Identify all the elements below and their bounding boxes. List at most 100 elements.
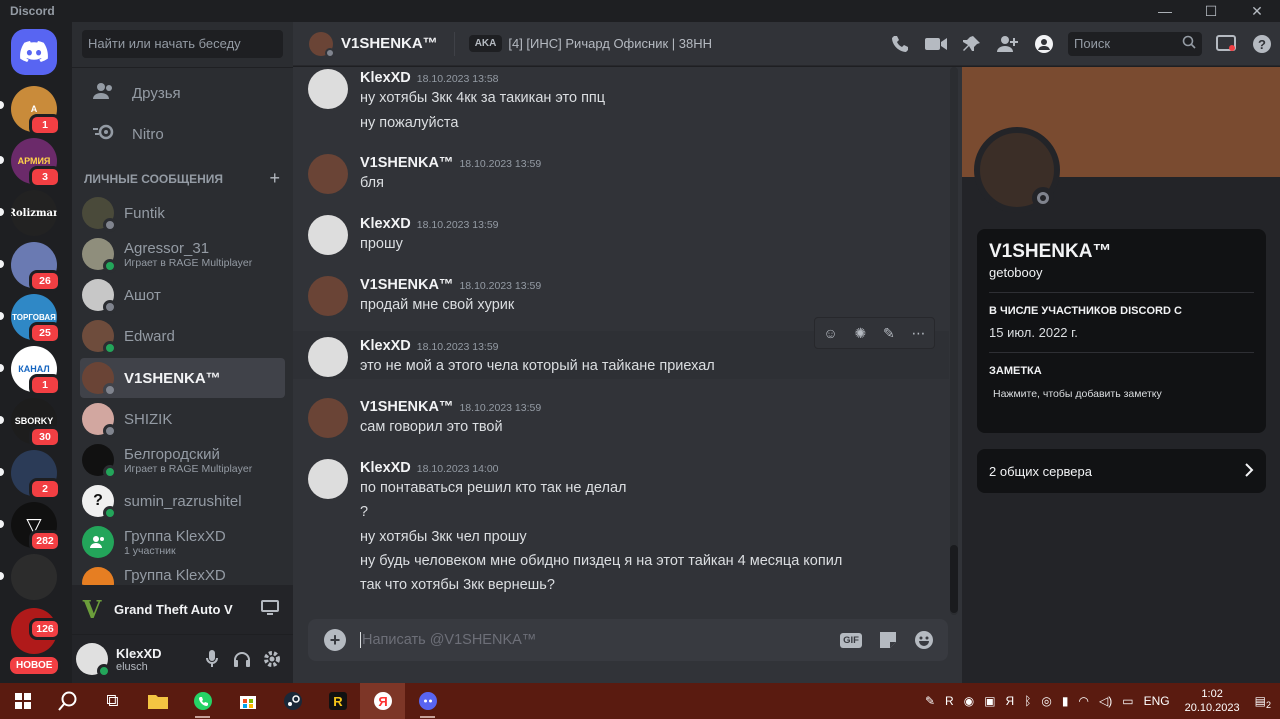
inbox-icon[interactable]: [1208, 29, 1244, 59]
message-group[interactable]: V1SHENKA™ 18.10.2023 13:59 сам говорил эт…: [293, 396, 949, 446]
pin-icon[interactable]: [954, 29, 990, 59]
server-icon[interactable]: Rolizman: [11, 190, 57, 236]
server-icon[interactable]: 2: [11, 450, 61, 500]
server-icon[interactable]: АРМИЯ 3: [11, 138, 61, 188]
message-group[interactable]: KlexXD 18.10.2023 13:59 прошу: [293, 213, 949, 263]
notifications-icon[interactable]: ▤ 2: [1250, 694, 1280, 710]
yandex-tray-icon[interactable]: Я: [1001, 694, 1020, 708]
scrollbar-thumb[interactable]: [950, 545, 958, 613]
avatar[interactable]: [308, 215, 348, 255]
note-input[interactable]: Нажмите, чтобы добавить заметку: [993, 388, 1254, 400]
dm-item-v1shenka[interactable]: V1SHENKA™: [80, 358, 285, 398]
wifi-icon[interactable]: ◠: [1074, 694, 1094, 708]
bluetooth-icon[interactable]: ᛒ: [1019, 694, 1036, 708]
rockstar-icon[interactable]: R: [315, 683, 360, 719]
more-icon[interactable]: ⋯: [912, 325, 926, 342]
search-icon[interactable]: [45, 683, 90, 719]
message-composer[interactable]: + Написать @V1SHENKA™ GIF: [308, 619, 948, 661]
add-reaction-icon[interactable]: ☺: [823, 325, 837, 341]
volume-icon[interactable]: ◁): [1094, 694, 1117, 708]
help-icon[interactable]: ?: [1244, 29, 1280, 59]
server-icon[interactable]: 26: [11, 242, 61, 292]
discord-taskbar-icon[interactable]: [405, 683, 450, 719]
language-indicator[interactable]: ENG: [1139, 694, 1175, 708]
gear-icon[interactable]: [257, 644, 287, 674]
screen-share-icon[interactable]: [261, 600, 281, 619]
message-author[interactable]: KlexXD: [360, 460, 411, 476]
server-icon[interactable]: КАНАЛ 1: [11, 346, 61, 396]
steam-tray-icon[interactable]: ◎: [1036, 694, 1056, 708]
gif-button[interactable]: GIF: [840, 632, 862, 648]
message-author[interactable]: KlexXD: [360, 338, 411, 354]
mutual-servers-button[interactable]: 2 общих сервера: [977, 449, 1266, 493]
store-icon[interactable]: [225, 683, 270, 719]
tray-app-icon[interactable]: R: [940, 694, 959, 708]
message-input[interactable]: Написать @V1SHENKA™: [360, 632, 840, 648]
dm-item-funtik[interactable]: Funtik: [80, 193, 285, 233]
message-group[interactable]: KlexXD 18.10.2023 13:58 ну хотябы 3кк 4кк…: [293, 67, 949, 139]
battery-icon[interactable]: ▭: [1117, 694, 1138, 708]
file-explorer-icon[interactable]: [135, 683, 180, 719]
windows-start-icon[interactable]: [0, 683, 45, 719]
avatar[interactable]: [308, 459, 348, 499]
edit-icon[interactable]: ✎: [883, 325, 895, 342]
chat-title[interactable]: V1SHENKA™: [341, 35, 438, 52]
dm-item-group[interactable]: Группа KlexXD: [80, 563, 285, 585]
server-icon[interactable]: [11, 554, 57, 600]
avatar[interactable]: [308, 398, 348, 438]
dm-search-input[interactable]: Найти или начать беседу: [82, 30, 283, 58]
whatsapp-icon[interactable]: [180, 683, 225, 719]
tray-app-icon[interactable]: ✎: [920, 694, 940, 708]
task-view-icon[interactable]: ⧉: [90, 683, 135, 719]
headphones-icon[interactable]: [227, 644, 257, 674]
server-icon[interactable]: SBORKY 30: [11, 398, 61, 448]
server-icon[interactable]: 126: [11, 608, 61, 654]
avatar[interactable]: [308, 276, 348, 316]
search-input[interactable]: Поиск: [1068, 31, 1202, 56]
dm-item-group[interactable]: Группа KlexXD 1 участник: [80, 522, 285, 562]
server-icon[interactable]: A 1: [11, 86, 61, 136]
dm-item-edward[interactable]: Edward: [80, 316, 285, 356]
microphone-icon[interactable]: [197, 644, 227, 674]
sticker-icon[interactable]: [876, 628, 900, 652]
message-group[interactable]: V1SHENKA™ 18.10.2023 13:59 бля: [293, 152, 949, 202]
dm-item-agressor[interactable]: Agressor_31 Играет в RAGE Multiplayer: [80, 234, 285, 274]
server-icon[interactable]: ТОРГОВАЯ 25: [11, 294, 61, 344]
nvidia-icon[interactable]: ▣: [979, 694, 1000, 708]
avatar[interactable]: [308, 337, 348, 377]
voice-call-icon[interactable]: [882, 29, 918, 59]
dm-item-shizik[interactable]: SHIZIK: [80, 399, 285, 439]
clock[interactable]: 1:02 20.10.2023: [1175, 687, 1250, 715]
avatar[interactable]: [308, 69, 348, 109]
avatar[interactable]: [308, 154, 348, 194]
user-profile-icon[interactable]: [1026, 29, 1062, 59]
maximize-button[interactable]: ☐: [1188, 0, 1234, 22]
discord-tray-icon[interactable]: ◉: [959, 694, 979, 708]
yandex-browser-icon[interactable]: Я: [360, 683, 405, 719]
message-group[interactable]: KlexXD 18.10.2023 14:00 по понтаваться ре…: [293, 457, 949, 597]
minimize-button[interactable]: —: [1142, 0, 1188, 22]
super-reaction-icon[interactable]: ✺: [854, 325, 866, 342]
new-unreads-badge[interactable]: НОВОЕ: [7, 654, 62, 677]
microphone-icon[interactable]: ▮: [1057, 694, 1074, 708]
attach-plus-icon[interactable]: +: [324, 629, 346, 651]
message-author[interactable]: V1SHENKA™: [360, 399, 453, 415]
nav-nitro[interactable]: Nitro: [80, 113, 285, 155]
nav-friends[interactable]: Друзья: [80, 72, 285, 114]
video-call-icon[interactable]: [918, 29, 954, 59]
create-dm-plus-icon[interactable]: +: [269, 169, 280, 187]
message-author[interactable]: V1SHENKA™: [360, 277, 453, 293]
message-author[interactable]: V1SHENKA™: [360, 155, 453, 171]
steam-icon[interactable]: [270, 683, 315, 719]
add-friend-icon[interactable]: [990, 29, 1026, 59]
message-author[interactable]: KlexXD: [360, 70, 411, 86]
close-button[interactable]: ✕: [1234, 0, 1280, 22]
emoji-icon[interactable]: [912, 628, 936, 652]
dm-item-sumin[interactable]: ? sumin_razrushitel: [80, 481, 285, 521]
message-author[interactable]: KlexXD: [360, 216, 411, 232]
server-icon[interactable]: ▽ 282: [11, 502, 61, 552]
home-button[interactable]: [11, 29, 57, 75]
scrollbar[interactable]: [950, 67, 958, 615]
dm-item-ashot[interactable]: Ашот: [80, 275, 285, 315]
dm-item-belgorodsky[interactable]: Белгородский Играет в RAGE Multiplayer: [80, 440, 285, 480]
